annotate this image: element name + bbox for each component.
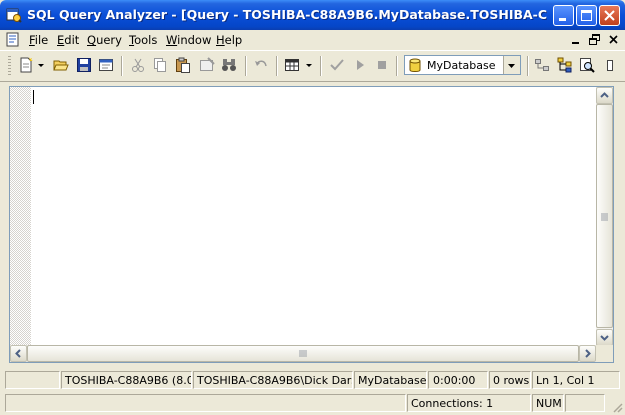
menu-bar: File Edit Query Tools Window Help [0, 30, 625, 49]
new-query-icon[interactable] [18, 57, 34, 73]
editor-gutter [10, 87, 31, 346]
toolbar-separator [527, 56, 529, 76]
resize-grip-icon[interactable] [611, 401, 623, 413]
status-cursor-position: Ln 1, Col 1 [532, 371, 620, 389]
results-grid-icon[interactable] [284, 57, 300, 73]
chevron-right-icon [585, 349, 591, 358]
menu-help[interactable]: Help [216, 33, 242, 47]
query-analyzer-app-icon[interactable] [6, 7, 22, 23]
close-button[interactable] [599, 5, 620, 26]
scroll-down-button[interactable] [596, 329, 613, 346]
chevron-down-icon [600, 335, 609, 341]
status-pane-main [5, 394, 406, 412]
menu-query-label: uery [96, 33, 122, 47]
minimize-button[interactable] [553, 5, 574, 26]
toolbar-separator [121, 56, 123, 76]
window-title: SQL Query Analyzer - [Query - TOSHIBA-C8… [27, 7, 547, 22]
scroll-left-button[interactable] [10, 345, 27, 362]
chevron-up-icon [600, 92, 609, 98]
vertical-scrollbar[interactable] [596, 87, 613, 346]
scroll-right-button[interactable] [579, 345, 596, 362]
copy-icon[interactable] [152, 57, 168, 73]
status-row-count: 0 rows [489, 371, 531, 389]
query-editor[interactable] [9, 86, 614, 363]
object-browser-icon[interactable] [557, 57, 573, 73]
new-query-dropdown-icon[interactable] [37, 57, 45, 73]
toolbar-separator [276, 56, 278, 76]
status-pane-message [5, 371, 60, 389]
status-connections: Connections: 1 [407, 394, 531, 412]
close-icon [604, 10, 615, 21]
toolbar-separator [245, 56, 247, 76]
cut-icon[interactable] [130, 57, 146, 73]
menu-file-label: ile [34, 33, 49, 47]
toolbar-grip[interactable] [8, 56, 11, 76]
database-cylinder-icon [409, 58, 421, 72]
parse-query-checkmark-icon[interactable] [329, 57, 345, 73]
clear-window-icon[interactable] [199, 57, 215, 73]
menu-query[interactable]: Query [87, 33, 122, 47]
object-search-icon[interactable] [579, 57, 595, 73]
menu-edit-label: dit [64, 33, 80, 47]
menu-edit[interactable]: Edit [57, 33, 79, 47]
load-script-icon[interactable] [98, 57, 114, 73]
status-user: TOSHIBA-C88A9B6\Dick Darstard [193, 371, 353, 389]
results-dropdown-icon[interactable] [305, 57, 313, 73]
chevron-left-icon [15, 349, 21, 358]
toolbar-overflow-icon[interactable] [604, 57, 614, 73]
database-select-value: MyDatabase [427, 59, 496, 72]
menu-window-label: indow [177, 33, 212, 47]
scrollbar-corner [596, 345, 613, 362]
find-binoculars-icon[interactable] [221, 57, 237, 73]
menu-file[interactable]: File [29, 33, 48, 47]
display-execution-plan-icon[interactable] [534, 57, 550, 73]
menu-window-accel: W [166, 33, 178, 47]
child-restore-icon[interactable] [587, 33, 603, 47]
child-close-icon[interactable] [606, 33, 622, 47]
database-select[interactable]: MyDatabase [404, 55, 521, 75]
scroll-up-button[interactable] [596, 87, 613, 104]
save-icon[interactable] [76, 57, 92, 73]
query-analyzer-window: SQL Query Analyzer - [Query - TOSHIBA-C8… [0, 0, 625, 415]
query-status-bar: TOSHIBA-C88A9B6 (8.0) TOSHIBA-C88A9B6\Di… [0, 369, 625, 391]
toolbar-separator [396, 56, 398, 76]
status-num-lock: NUM [532, 394, 564, 412]
status-server: TOSHIBA-C88A9B6 (8.0) [61, 371, 192, 389]
menu-help-label: elp [224, 33, 243, 47]
toolbar-separator [320, 56, 322, 76]
execute-query-icon[interactable] [352, 57, 368, 73]
undo-icon[interactable] [253, 57, 269, 73]
horizontal-scrollbar[interactable] [10, 345, 596, 362]
paste-icon[interactable] [175, 57, 191, 73]
vertical-scroll-thumb[interactable] [596, 104, 613, 328]
maximize-button[interactable] [576, 5, 597, 26]
cancel-query-icon[interactable] [374, 57, 390, 73]
grip-lines-icon [601, 213, 608, 221]
status-elapsed-time: 0:00:00 [428, 371, 488, 389]
menu-help-accel: H [216, 33, 225, 47]
status-pane-extra [565, 394, 605, 412]
menu-tools-label: ools [134, 33, 158, 47]
horizontal-scroll-thumb[interactable] [27, 345, 579, 362]
open-folder-icon[interactable] [53, 57, 69, 73]
menu-query-accel: Q [87, 33, 97, 47]
menu-tools[interactable]: Tools [129, 33, 157, 47]
grip-lines-icon [299, 350, 307, 357]
query-window-icon[interactable] [5, 32, 21, 48]
maximize-icon [581, 10, 592, 21]
database-select-dropdown[interactable] [503, 56, 520, 74]
chevron-down-icon [508, 64, 515, 68]
text-caret [33, 90, 34, 104]
application-status-bar: Connections: 1 NUM [0, 392, 625, 415]
status-database: MyDatabase [354, 371, 427, 389]
title-bar[interactable]: SQL Query Analyzer - [Query - TOSHIBA-C8… [0, 0, 625, 30]
toolbar: MyDatabase [0, 50, 625, 82]
minimize-icon [559, 18, 566, 21]
menu-window[interactable]: Window [166, 33, 211, 47]
child-minimize-icon[interactable] [568, 33, 584, 47]
